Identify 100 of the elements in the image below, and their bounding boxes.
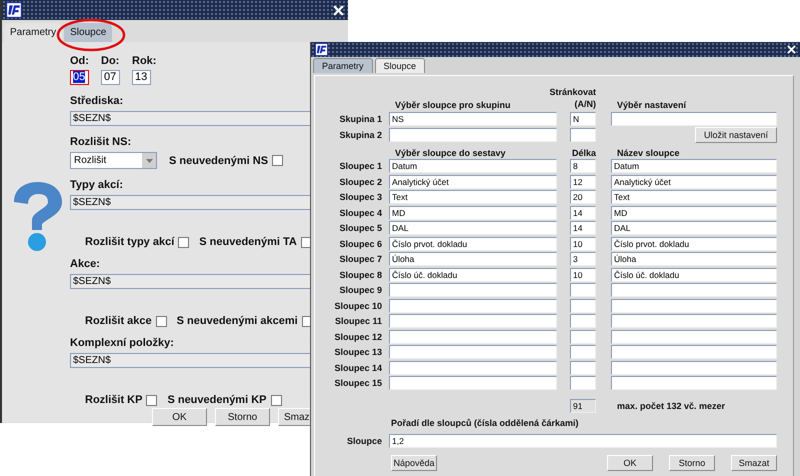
checkbox[interactable] (300, 236, 312, 248)
input-field[interactable]: Úloha (611, 252, 777, 266)
save-settings-button[interactable]: Uložit nastavení (695, 127, 777, 143)
row-label: Sloupce (346, 436, 383, 446)
checkbox-label: S neuvedenými NS (169, 154, 268, 166)
input-field[interactable]: DAL (389, 221, 557, 235)
help-button[interactable]: Nápověda (391, 454, 437, 470)
input-field[interactable] (389, 345, 557, 359)
input-field[interactable]: $SEZN$ (70, 195, 312, 210)
input-field[interactable] (570, 376, 596, 390)
row-label: Sloupec 14 (333, 362, 383, 372)
input-field[interactable]: Úloha (389, 252, 557, 266)
input-field[interactable]: $SEZN$ (70, 274, 312, 289)
input-field[interactable]: Text (611, 190, 777, 204)
close-icon[interactable] (787, 45, 796, 54)
dialog-button[interactable]: OK (152, 408, 207, 426)
input-field[interactable] (389, 376, 557, 390)
input-field[interactable]: 3 (570, 252, 596, 266)
row-label: Sloupec 15 (333, 378, 383, 388)
input-field[interactable] (611, 330, 777, 344)
dialog-button[interactable]: Storno (669, 454, 715, 470)
input-field[interactable] (570, 360, 596, 374)
input-field[interactable]: 13 (132, 70, 151, 85)
input-field[interactable]: Text (389, 190, 557, 204)
input-field[interactable]: Číslo úč. dokladu (611, 268, 777, 282)
dialog-button[interactable]: Smaz (278, 408, 312, 426)
input-field[interactable] (389, 360, 557, 374)
tab[interactable]: Sloupce (64, 23, 112, 42)
section-heading: Pořadí dle sloupců (čísla oddělená čárkami) (390, 418, 580, 428)
input-field[interactable]: 8 (570, 159, 596, 173)
input-field[interactable] (611, 283, 777, 297)
row-label: Sloupec 6 (338, 238, 383, 248)
input-field[interactable]: Analytický účet (389, 174, 557, 188)
input-field[interactable]: 07 (101, 70, 120, 85)
input-field[interactable]: Datum (389, 159, 557, 173)
row-label: Sloupec 4 (338, 208, 383, 218)
input-field[interactable]: $SEZN$ (70, 353, 312, 368)
tab[interactable]: Parametry (313, 58, 373, 73)
input-field[interactable]: Číslo úč. dokladu (389, 268, 557, 282)
input-field[interactable]: NS (389, 112, 557, 126)
close-icon[interactable] (333, 4, 344, 16)
input-field[interactable] (611, 314, 777, 328)
input-field[interactable]: 10 (570, 236, 596, 250)
input-field[interactable] (611, 360, 777, 374)
input-field[interactable]: 12 (570, 174, 596, 188)
checkbox-label: S neuvedenými akcemi (176, 315, 298, 327)
input-field[interactable] (570, 283, 596, 297)
dialog-button[interactable]: Smazat (731, 454, 777, 470)
column-heading: Stránkovat (A/N) (549, 86, 596, 110)
row-label: Sloupec 10 (333, 300, 383, 310)
checkbox[interactable] (178, 236, 190, 248)
input-field[interactable]: Analytický účet (611, 174, 777, 188)
input-field[interactable] (570, 128, 596, 142)
input-field[interactable] (570, 314, 596, 328)
input-field[interactable] (389, 330, 557, 344)
input-field[interactable] (611, 376, 777, 390)
input-field[interactable]: 1,2 (389, 434, 777, 448)
column-heading: Výběr nastavení (616, 100, 688, 110)
checkbox[interactable] (270, 394, 282, 406)
input-field[interactable]: 10 (570, 268, 596, 282)
checkbox[interactable] (146, 394, 158, 406)
dialog-button[interactable]: Storno (215, 408, 270, 426)
row-label: Skupina 2 (338, 130, 383, 140)
tab[interactable]: Parametry (4, 23, 62, 42)
input-field[interactable] (570, 345, 596, 359)
dialog-button[interactable]: OK (607, 454, 653, 470)
input-field[interactable]: 05 (70, 70, 89, 85)
section-heading: Rozlišit NS: (70, 136, 132, 149)
input-field[interactable] (611, 298, 777, 312)
input-field[interactable] (570, 330, 596, 344)
checkbox[interactable] (156, 316, 167, 326)
highlight-ellipse (56, 18, 126, 52)
input-field[interactable] (389, 128, 557, 142)
input-field[interactable]: 91 (570, 398, 596, 412)
input-field[interactable] (389, 283, 557, 297)
input-field[interactable] (389, 298, 557, 312)
dropdown[interactable]: Rozlišit (70, 152, 157, 169)
input-field[interactable]: DAL (611, 221, 777, 235)
row-label: Sloupec 5 (338, 223, 383, 233)
input-field[interactable]: MD (611, 206, 777, 220)
tab[interactable]: Sloupce (374, 58, 426, 73)
caret-icon (146, 158, 152, 162)
input-field[interactable]: 14 (570, 221, 596, 235)
input-field[interactable]: Číslo prvot. dokladu (389, 236, 557, 250)
checkbox[interactable] (272, 155, 284, 166)
input-field[interactable]: Datum (611, 159, 777, 173)
input-field[interactable] (611, 345, 777, 359)
input-field[interactable]: N (570, 112, 596, 126)
input-field[interactable]: $SEZN$ (70, 111, 312, 126)
input-field[interactable] (570, 298, 596, 312)
checkbox-label: Rozlišit typy akcí (85, 236, 174, 248)
input-field[interactable]: Číslo prvot. dokladu (611, 236, 777, 250)
input-field[interactable]: MD (389, 206, 557, 220)
row-label: Sloupec 7 (338, 254, 383, 264)
checkbox-label: Rozlišit akce (85, 315, 152, 327)
input-field[interactable] (611, 112, 777, 126)
input-field[interactable] (389, 314, 557, 328)
input-field[interactable]: 14 (570, 206, 596, 220)
input-field[interactable]: 20 (570, 190, 596, 204)
column-heading: Délka (571, 148, 596, 158)
